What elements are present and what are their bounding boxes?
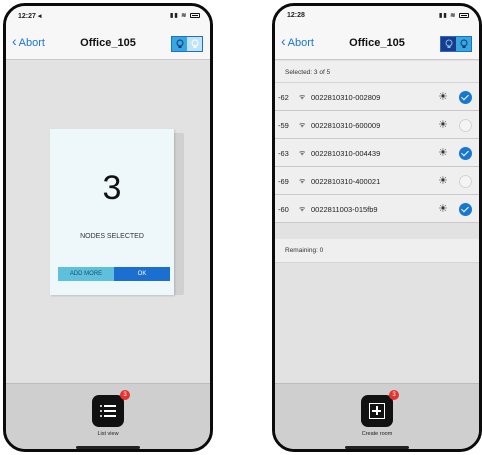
list-view-label: List view [97, 431, 119, 437]
node-rssi: -59 [278, 121, 289, 130]
view-toggle[interactable] [171, 36, 203, 52]
node-row[interactable]: -69 ᯤ 0022810310-400021 ☀ [275, 167, 479, 195]
node-id: 0022810310-002809 [311, 93, 381, 102]
notification-badge: 3 [120, 390, 130, 400]
node-id: 0022810310-400021 [311, 177, 381, 186]
bulb-outline-icon [191, 39, 198, 48]
status-bar: 12:28 ▮▮ ≋ [275, 6, 479, 28]
bulb-view-segment[interactable] [172, 37, 187, 51]
node-id: 0022810310-004439 [311, 149, 381, 158]
node-rssi: -63 [278, 149, 289, 158]
home-indicator [345, 446, 409, 449]
bottom-bar: 3 List view [6, 383, 210, 449]
bulb-outline-icon [460, 39, 467, 48]
status-time: 12:27 ◂ [18, 13, 42, 20]
create-room-button[interactable] [361, 395, 393, 427]
selected-count-header: Selected: 3 of 5 [275, 61, 479, 83]
add-more-button[interactable]: ADD MORE [58, 267, 114, 281]
notification-badge: 3 [389, 390, 399, 400]
plus-square-icon [369, 403, 385, 419]
nodes-selected-dialog: 3 NODES SELECTED ADD MORE OK [50, 129, 174, 295]
phone-screen-right: 12:28 ▮▮ ≋ ‹ Abort Office_105 Selected: 3… [272, 3, 482, 452]
light-view-segment[interactable] [456, 37, 471, 51]
status-icons: ▮▮ ≋ [439, 12, 469, 19]
bottom-bar: 3 Create room [275, 383, 479, 449]
status-bar: 12:27 ◂ ▮▮ ≋ [6, 6, 210, 28]
node-rssi: -69 [278, 177, 289, 186]
wifi-icon: ᯤ [299, 178, 306, 185]
ok-button[interactable]: OK [114, 267, 170, 281]
node-row[interactable]: -59 ᯤ 0022810310-600009 ☀ [275, 111, 479, 139]
checked-circle-icon[interactable] [459, 91, 472, 104]
view-toggle[interactable] [440, 36, 472, 52]
bulb-view-segment[interactable] [441, 37, 456, 51]
battery-icon [459, 12, 469, 18]
identify-light-icon[interactable]: ☀ [438, 146, 448, 159]
wifi-icon: ᯤ [299, 150, 306, 157]
wifi-icon: ᯤ [299, 122, 306, 129]
node-row[interactable]: -60 ᯤ 0022811003-015fb9 ☀ [275, 195, 479, 223]
node-row[interactable]: -63 ᯤ 0022810310-004439 ☀ [275, 139, 479, 167]
light-view-segment[interactable] [187, 37, 202, 51]
create-room-label: Create room [361, 431, 393, 437]
phone-screen-left: 12:27 ◂ ▮▮ ≋ ‹ Abort Office_105 3 NODES S… [3, 3, 213, 452]
checked-circle-icon[interactable] [459, 203, 472, 216]
bulb-icon [176, 39, 183, 48]
node-rssi: -62 [278, 93, 289, 102]
checked-circle-icon[interactable] [459, 147, 472, 160]
unchecked-circle-icon[interactable] [459, 119, 472, 132]
content-area: 3 NODES SELECTED ADD MORE OK [6, 61, 210, 383]
nav-bar: ‹ Abort Office_105 [6, 28, 210, 60]
wifi-icon: ᯤ [299, 206, 306, 213]
nav-bar: ‹ Abort Office_105 [275, 28, 479, 60]
status-time: 12:28 [287, 12, 305, 19]
unchecked-circle-icon[interactable] [459, 175, 472, 188]
identify-light-icon[interactable]: ☀ [438, 90, 448, 103]
identify-light-icon[interactable]: ☀ [438, 118, 448, 131]
list-icon [100, 404, 116, 418]
identify-light-icon[interactable]: ☀ [438, 174, 448, 187]
status-icons: ▮▮ ≋ [170, 12, 200, 19]
home-indicator [76, 446, 140, 449]
remaining-count: Remaining: 0 [275, 239, 479, 263]
list-view-button[interactable] [92, 395, 124, 427]
node-id: 0022811003-015fb9 [311, 205, 378, 214]
node-rssi: -60 [278, 205, 289, 214]
selected-count: 3 [102, 169, 122, 207]
identify-light-icon[interactable]: ☀ [438, 202, 448, 215]
bulb-icon [445, 39, 452, 48]
battery-icon [190, 12, 200, 18]
wifi-icon: ᯤ [299, 94, 306, 101]
node-row[interactable]: -62 ᯤ 0022810310-002809 ☀ [275, 83, 479, 111]
node-list: -62 ᯤ 0022810310-002809 ☀ -59 ᯤ 0022810310-600… [275, 83, 479, 223]
node-id: 0022810310-600009 [311, 121, 381, 130]
dialog-caption: NODES SELECTED [80, 233, 144, 240]
